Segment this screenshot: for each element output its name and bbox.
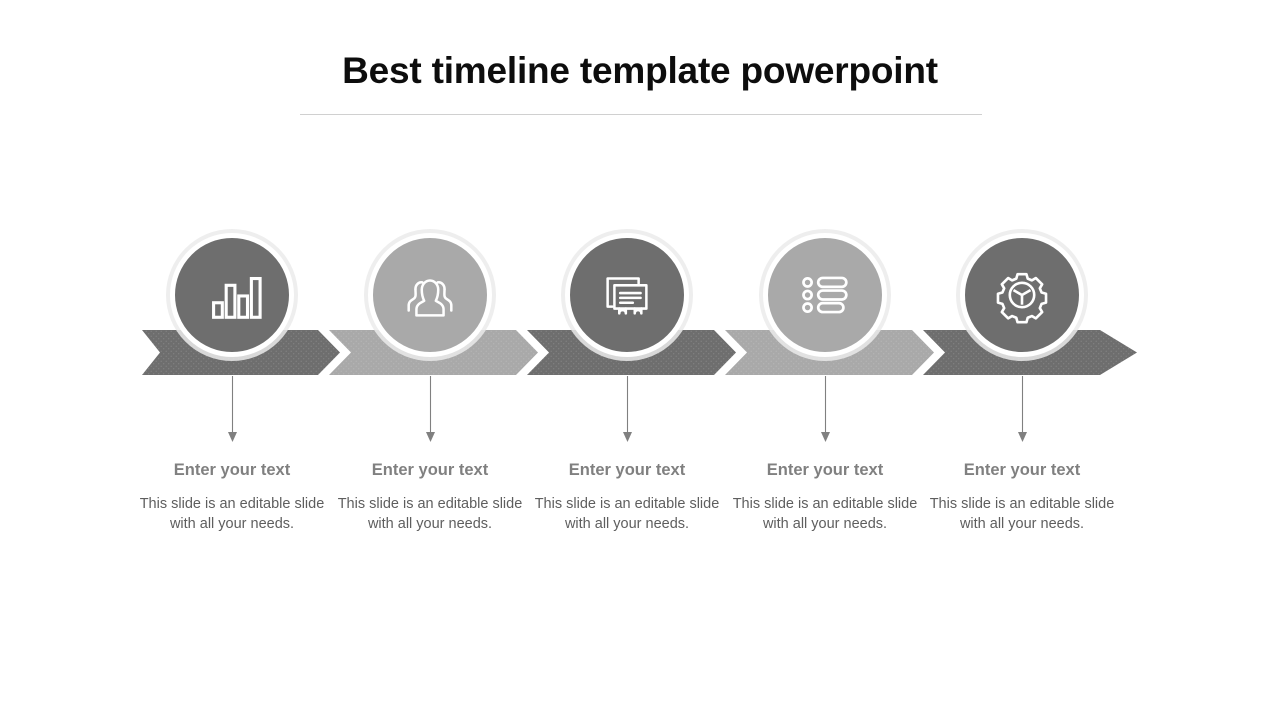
caption-heading: Enter your text <box>766 461 884 479</box>
certificate-documents-icon <box>596 264 658 326</box>
timeline-node-5[interactable] <box>960 233 1084 357</box>
connector-arrow-4 <box>819 376 832 444</box>
timeline-caption-5: Enter your text This slide is an editabl… <box>922 460 1122 534</box>
timeline-node-3[interactable] <box>565 233 689 357</box>
timeline-caption-3: Enter your text This slide is an editabl… <box>527 460 727 534</box>
gear-wheel-icon <box>991 264 1053 326</box>
timeline-node-4[interactable] <box>763 233 887 357</box>
timeline-node-2[interactable] <box>368 233 492 357</box>
connector-arrow-3 <box>621 376 634 444</box>
group-people-icon <box>399 264 461 326</box>
bar-chart-icon <box>201 264 263 326</box>
timeline-caption-2: Enter your text This slide is an editabl… <box>330 460 530 534</box>
connector-arrow-5 <box>1016 376 1029 444</box>
caption-body: This slide is an editable slide with all… <box>732 496 918 532</box>
caption-body: This slide is an editable slide with all… <box>534 496 720 532</box>
caption-heading: Enter your text <box>173 461 291 479</box>
timeline-caption-4: Enter your text This slide is an editabl… <box>725 460 925 534</box>
timeline-caption-1: Enter your text This slide is an editabl… <box>132 460 332 534</box>
connector-arrow-2 <box>424 376 437 444</box>
bullet-list-icon <box>794 264 856 326</box>
caption-body: This slide is an editable slide with all… <box>139 496 325 532</box>
caption-body: This slide is an editable slide with all… <box>929 496 1115 532</box>
caption-body: This slide is an editable slide with all… <box>337 496 523 532</box>
connector-arrow-1 <box>226 376 239 444</box>
caption-heading: Enter your text <box>963 461 1081 479</box>
caption-heading: Enter your text <box>568 461 686 479</box>
timeline-diagram: Enter your text This slide is an editabl… <box>0 0 1280 720</box>
timeline-node-1[interactable] <box>170 233 294 357</box>
caption-heading: Enter your text <box>371 461 489 479</box>
arrow-band <box>142 330 1137 375</box>
